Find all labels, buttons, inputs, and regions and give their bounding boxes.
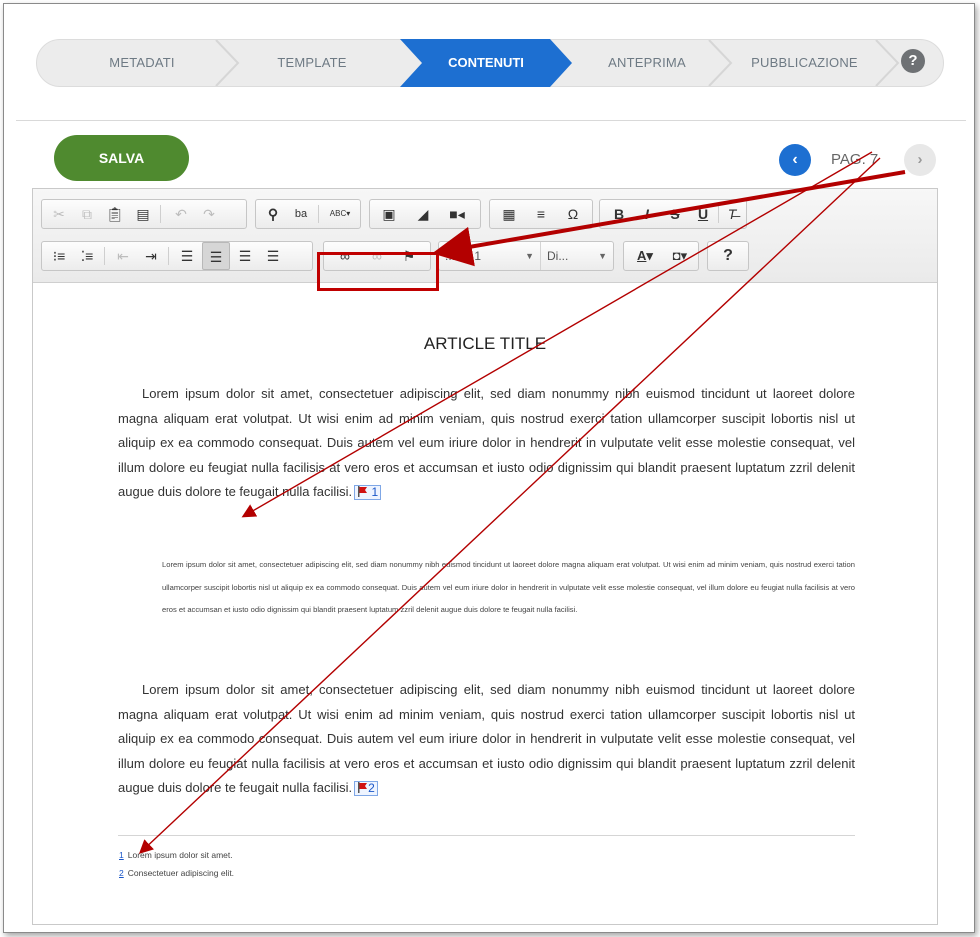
flag-icon xyxy=(358,782,368,793)
article-title: ARTICLE TITLE xyxy=(423,334,547,353)
article-paragraph-1: Lorem ipsum dolor sit amet, consectetuer… xyxy=(118,382,855,505)
step-contenuti-label: CONTENUTI xyxy=(448,55,524,70)
step-contenuti[interactable]: CONTENUTI xyxy=(400,39,572,87)
footnote-text: Lorem ipsum dolor sit amet. xyxy=(127,850,233,860)
insert-media-group: ▣ ◢ ■◂ xyxy=(369,199,481,229)
font-select-value: Di... xyxy=(547,249,569,263)
copy-icon[interactable]: ⧉ xyxy=(74,200,100,228)
footnote-marker-number: 2 xyxy=(368,781,375,795)
replace-icon[interactable]: ba xyxy=(288,200,314,228)
format-combos: ...olo 1 ▼ Di... ▼ xyxy=(438,241,614,271)
horizontal-rule-icon[interactable]: ≡ xyxy=(526,200,556,228)
footnote-item: 2 Consectetuer adipiscing elit. xyxy=(119,867,234,879)
help-icon[interactable]: ? xyxy=(901,49,925,73)
footnote-link[interactable]: 1 xyxy=(119,850,124,860)
remove-format-icon[interactable]: T̶ xyxy=(720,200,744,228)
footnotes-divider xyxy=(118,835,855,836)
step-separator xyxy=(875,40,900,86)
outdent-icon[interactable]: ⇤ xyxy=(110,242,136,270)
bulleted-list-icon[interactable]: ⁚≡ xyxy=(74,242,100,270)
cut-icon[interactable]: ✂ xyxy=(46,200,72,228)
insert-group: ▦ ≡ Ω xyxy=(489,199,593,229)
footnote-marker-2[interactable]: 2 xyxy=(354,781,378,796)
image-icon[interactable]: ▣ xyxy=(374,200,404,228)
justify-icon[interactable]: ☰ xyxy=(260,242,286,270)
block-quote: Lorem ipsum dolor sit amet, consectetuer… xyxy=(162,560,855,614)
paste-icon[interactable]: 📋︎ xyxy=(102,200,128,228)
save-button[interactable]: SALVA xyxy=(54,135,189,181)
italic-icon[interactable]: I xyxy=(634,200,660,228)
paragraph-text: Lorem ipsum dolor sit amet, consectetuer… xyxy=(118,386,855,499)
numbered-list-icon[interactable]: ⁝≡ xyxy=(46,242,72,270)
article-paragraph-2: Lorem ipsum dolor sit amet, consectetuer… xyxy=(118,678,855,801)
font-color-icon[interactable]: A▾ xyxy=(628,242,662,270)
prev-page-button[interactable]: ‹ xyxy=(779,144,811,176)
footnote-link[interactable]: 2 xyxy=(119,868,124,878)
font-select[interactable]: Di... ▼ xyxy=(541,242,613,270)
strike-icon[interactable]: S xyxy=(662,200,688,228)
flash-icon[interactable]: ◢ xyxy=(408,200,438,228)
align-left-icon[interactable]: ☰ xyxy=(174,242,200,270)
special-char-icon[interactable]: Ω xyxy=(558,200,588,228)
chevron-down-icon: ▼ xyxy=(598,251,607,261)
video-icon[interactable]: ■◂ xyxy=(442,200,472,228)
undo-icon[interactable]: ↶ xyxy=(168,200,194,228)
toolbar-separator xyxy=(718,205,719,223)
next-page-button[interactable]: › xyxy=(904,144,936,176)
flag-icon xyxy=(358,486,368,497)
footnote-text: Consectetuer adipiscing elit. xyxy=(127,868,235,878)
step-pubblicazione[interactable]: PUBBLICAZIONE xyxy=(727,40,882,86)
format-select[interactable]: ...olo 1 ▼ xyxy=(439,242,541,270)
step-anteprima[interactable]: ANTEPRIMA xyxy=(572,40,722,86)
format-select-value: ...olo 1 xyxy=(445,249,482,263)
paste-text-icon[interactable]: ▤ xyxy=(130,200,156,228)
clipboard-group: ✂ ⧉ 📋︎ ▤ ↶ ↷ xyxy=(41,199,247,229)
footnote-item: 1 Lorem ipsum dolor sit amet. xyxy=(119,849,234,861)
footnote-marker-1[interactable]: 1 xyxy=(354,485,382,500)
underline-icon[interactable]: U xyxy=(690,200,716,228)
footnote-marker-number: 1 xyxy=(371,485,379,499)
annotation-highlight-box xyxy=(317,252,439,291)
divider xyxy=(16,120,966,121)
toolbar-separator xyxy=(160,205,161,223)
wizard-steps: METADATI TEMPLATE CONTENUTI ANTEPRIMA PU… xyxy=(36,39,944,87)
redo-icon[interactable]: ↷ xyxy=(196,200,222,228)
chevron-down-icon: ▼ xyxy=(525,251,534,261)
text-style-group: B I S U T̶ xyxy=(599,199,747,229)
table-icon[interactable]: ▦ xyxy=(494,200,524,228)
step-metadati[interactable]: METADATI xyxy=(67,40,217,86)
editor-toolbar: ✂ ⧉ 📋︎ ▤ ↶ ↷ ⚲ ba ABC▾ ▣ ◢ ■◂ ▦ ≡ Ω B I … xyxy=(33,189,937,283)
step-template[interactable]: TEMPLATE xyxy=(237,40,387,86)
search-group: ⚲ ba ABC▾ xyxy=(255,199,361,229)
bold-icon[interactable]: B xyxy=(606,200,632,228)
help-group: ? xyxy=(707,241,749,271)
editor-help-icon[interactable]: ? xyxy=(714,242,742,270)
indent-icon[interactable]: ⇥ xyxy=(138,242,164,270)
toolbar-separator xyxy=(168,247,169,265)
page-label: PAG. 7 xyxy=(831,151,879,168)
toolbar-separator xyxy=(318,205,319,223)
find-icon[interactable]: ⚲ xyxy=(260,200,286,228)
align-right-icon[interactable]: ☰ xyxy=(232,242,258,270)
paragraph-group: ⁝≡ ⁚≡ ⇤ ⇥ ☰ ☰ ☰ ☰ xyxy=(41,241,313,271)
background-color-icon[interactable]: ◘▾ xyxy=(664,242,696,270)
paragraph-text: Lorem ipsum dolor sit amet, consectetuer… xyxy=(118,682,855,795)
spellcheck-icon[interactable]: ABC▾ xyxy=(322,200,358,228)
toolbar-separator xyxy=(104,247,105,265)
align-center-icon[interactable]: ☰ xyxy=(202,242,230,270)
color-group: A▾ ◘▾ xyxy=(623,241,699,271)
footnotes-list: 1 Lorem ipsum dolor sit amet. 2 Consectetu… xyxy=(119,849,234,879)
